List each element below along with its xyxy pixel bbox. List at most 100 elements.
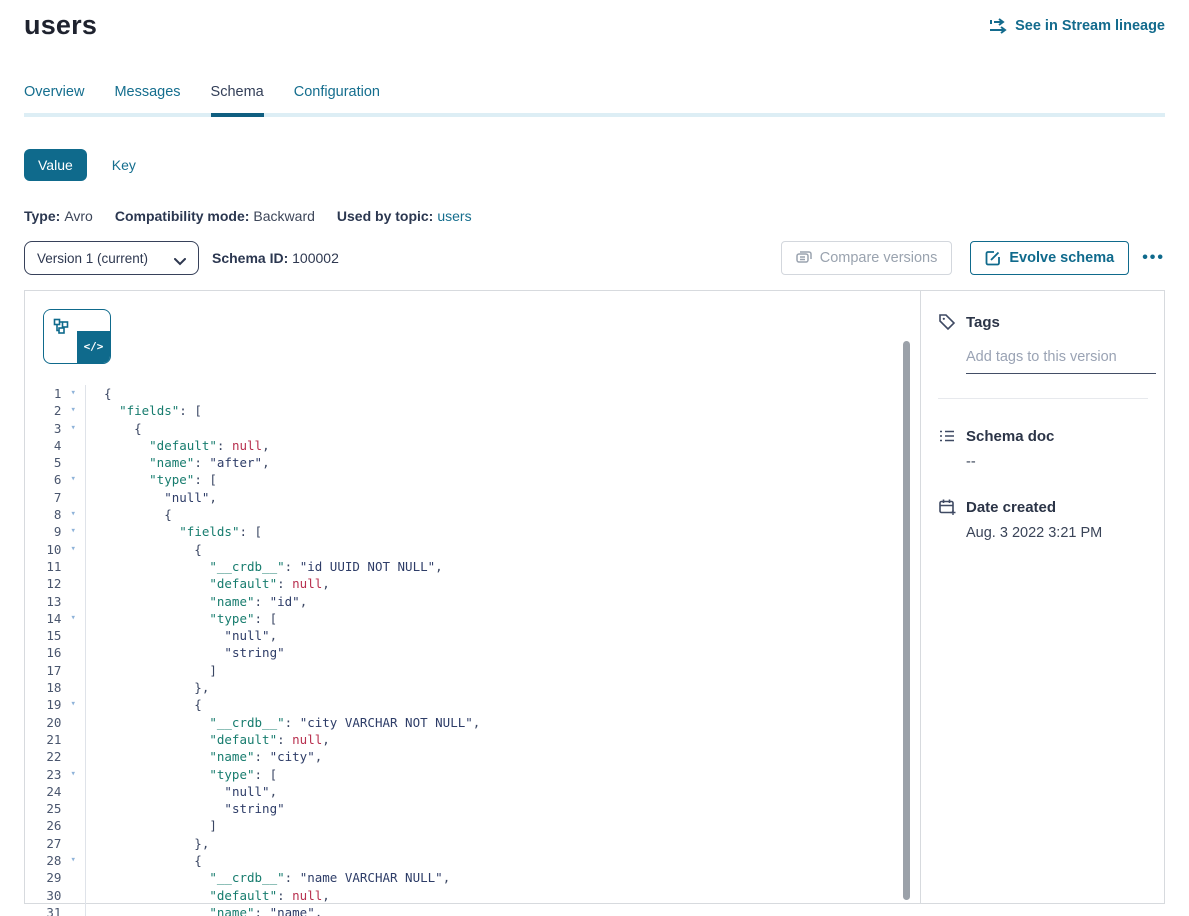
- fold-spacer: [61, 904, 85, 916]
- code-line: 15 "null",: [25, 627, 920, 644]
- line-number: 31: [25, 904, 61, 916]
- tab-schema[interactable]: Schema: [211, 84, 264, 117]
- code-text: },: [86, 679, 209, 696]
- code-text: {: [86, 541, 202, 558]
- compare-versions-icon: [796, 250, 812, 266]
- code-text: "name": "after",: [86, 454, 270, 471]
- code-line: 25 "string": [25, 800, 920, 817]
- stream-lineage-icon: [989, 18, 1008, 34]
- compare-versions-button[interactable]: Compare versions: [781, 241, 953, 275]
- code-line: 27 },: [25, 835, 920, 852]
- code-line: 29 "__crdb__": "name VARCHAR NULL",: [25, 869, 920, 886]
- used-by-topic-label: Used by topic:: [337, 208, 433, 224]
- schema-meta-row: Type:Avro Compatibility mode:Backward Us…: [24, 208, 1165, 224]
- fold-spacer: [61, 869, 85, 886]
- code-view-button[interactable]: </>: [77, 331, 110, 363]
- vertical-scrollbar[interactable]: [903, 341, 910, 900]
- fold-toggle-icon[interactable]: ▾: [61, 402, 85, 419]
- gutter: 8▾: [25, 506, 86, 523]
- chevron-down-icon: [174, 254, 186, 262]
- evolve-schema-button[interactable]: Evolve schema: [970, 241, 1129, 275]
- compatibility-label: Compatibility mode:: [115, 208, 250, 224]
- tags-input-wrap: [966, 347, 1148, 374]
- fold-toggle-icon[interactable]: ▾: [61, 420, 85, 437]
- fold-toggle-icon[interactable]: ▾: [61, 471, 85, 488]
- compatibility-field: Compatibility mode:Backward: [115, 208, 315, 224]
- version-select[interactable]: Version 1 (current): [24, 241, 199, 275]
- line-number: 12: [25, 575, 61, 592]
- line-number: 3: [25, 420, 61, 437]
- fold-toggle-icon[interactable]: ▾: [61, 541, 85, 558]
- evolve-schema-icon: [985, 250, 1001, 266]
- fold-toggle-icon[interactable]: ▾: [61, 696, 85, 713]
- schema-doc-section: Schema doc --: [938, 427, 1148, 470]
- line-number: 8: [25, 506, 61, 523]
- line-number: 15: [25, 627, 61, 644]
- schema-id-label: Schema ID:: [212, 250, 288, 266]
- code-text: "default": null,: [86, 731, 330, 748]
- line-number: 25: [25, 800, 61, 817]
- code-line: 24 "null",: [25, 783, 920, 800]
- details-sidebar: Tags Schema doc --: [920, 291, 1164, 903]
- gutter: 2▾: [25, 402, 86, 419]
- line-number: 22: [25, 748, 61, 765]
- fold-spacer: [61, 558, 85, 575]
- schema-doc-heading: Schema doc: [966, 428, 1054, 445]
- tab-overview[interactable]: Overview: [24, 84, 84, 117]
- fold-spacer: [61, 835, 85, 852]
- tab-messages[interactable]: Messages: [114, 84, 180, 117]
- line-number: 23: [25, 766, 61, 783]
- code-text: "type": [: [86, 766, 277, 783]
- schema-id-value: 100002: [292, 250, 339, 266]
- fold-toggle-icon[interactable]: ▾: [61, 523, 85, 540]
- gutter: 26: [25, 817, 86, 834]
- code-text: "string": [86, 800, 285, 817]
- value-button[interactable]: Value: [24, 149, 87, 181]
- tag-icon: [938, 313, 956, 331]
- line-number: 18: [25, 679, 61, 696]
- add-tags-input[interactable]: [966, 347, 1156, 374]
- gutter: 13: [25, 593, 86, 610]
- code-text: ]: [86, 817, 217, 834]
- code-line: 7 "null",: [25, 489, 920, 506]
- code-line: 26 ]: [25, 817, 920, 834]
- code-line: 2▾ "fields": [: [25, 402, 920, 419]
- code-text: "null",: [86, 489, 217, 506]
- gutter: 9▾: [25, 523, 86, 540]
- code-text: "default": null,: [86, 887, 330, 904]
- line-number: 17: [25, 662, 61, 679]
- code-text: "name": "city",: [86, 748, 322, 765]
- fold-toggle-icon[interactable]: ▾: [61, 506, 85, 523]
- tags-heading-row: Tags: [938, 313, 1148, 331]
- code-line: 20 "__crdb__": "city VARCHAR NOT NULL",: [25, 714, 920, 731]
- fold-toggle-icon[interactable]: ▾: [61, 385, 85, 402]
- see-in-stream-lineage-link[interactable]: See in Stream lineage: [989, 18, 1165, 34]
- fold-spacer: [61, 887, 85, 904]
- gutter: 5: [25, 454, 86, 471]
- line-number: 9: [25, 523, 61, 540]
- topic-link[interactable]: users: [437, 208, 471, 224]
- schema-doc-heading-row: Schema doc: [938, 427, 1148, 445]
- code-lines[interactable]: 1▾{2▾ "fields": [3▾ {4 "default": null,5…: [25, 385, 920, 916]
- tab-configuration[interactable]: Configuration: [294, 84, 380, 117]
- tree-view-button[interactable]: [44, 310, 77, 342]
- more-options-button[interactable]: •••: [1142, 249, 1165, 267]
- code-line: 10▾ {: [25, 541, 920, 558]
- code-text: "type": [: [86, 610, 277, 627]
- gutter: 23▾: [25, 766, 86, 783]
- code-line: 31 "name": "name",: [25, 904, 920, 916]
- line-number: 5: [25, 454, 61, 471]
- code-line: 30 "default": null,: [25, 887, 920, 904]
- code-text: "fields": [: [86, 402, 202, 419]
- see-in-stream-lineage-label: See in Stream lineage: [1015, 18, 1165, 34]
- line-number: 1: [25, 385, 61, 402]
- line-number: 6: [25, 471, 61, 488]
- fold-toggle-icon[interactable]: ▾: [61, 610, 85, 627]
- code-view-icon: </>: [84, 338, 104, 355]
- code-text: "null",: [86, 783, 277, 800]
- code-text: "__crdb__": "city VARCHAR NOT NULL",: [86, 714, 480, 731]
- fold-spacer: [61, 783, 85, 800]
- fold-toggle-icon[interactable]: ▾: [61, 766, 85, 783]
- fold-toggle-icon[interactable]: ▾: [61, 852, 85, 869]
- key-button[interactable]: Key: [112, 157, 136, 173]
